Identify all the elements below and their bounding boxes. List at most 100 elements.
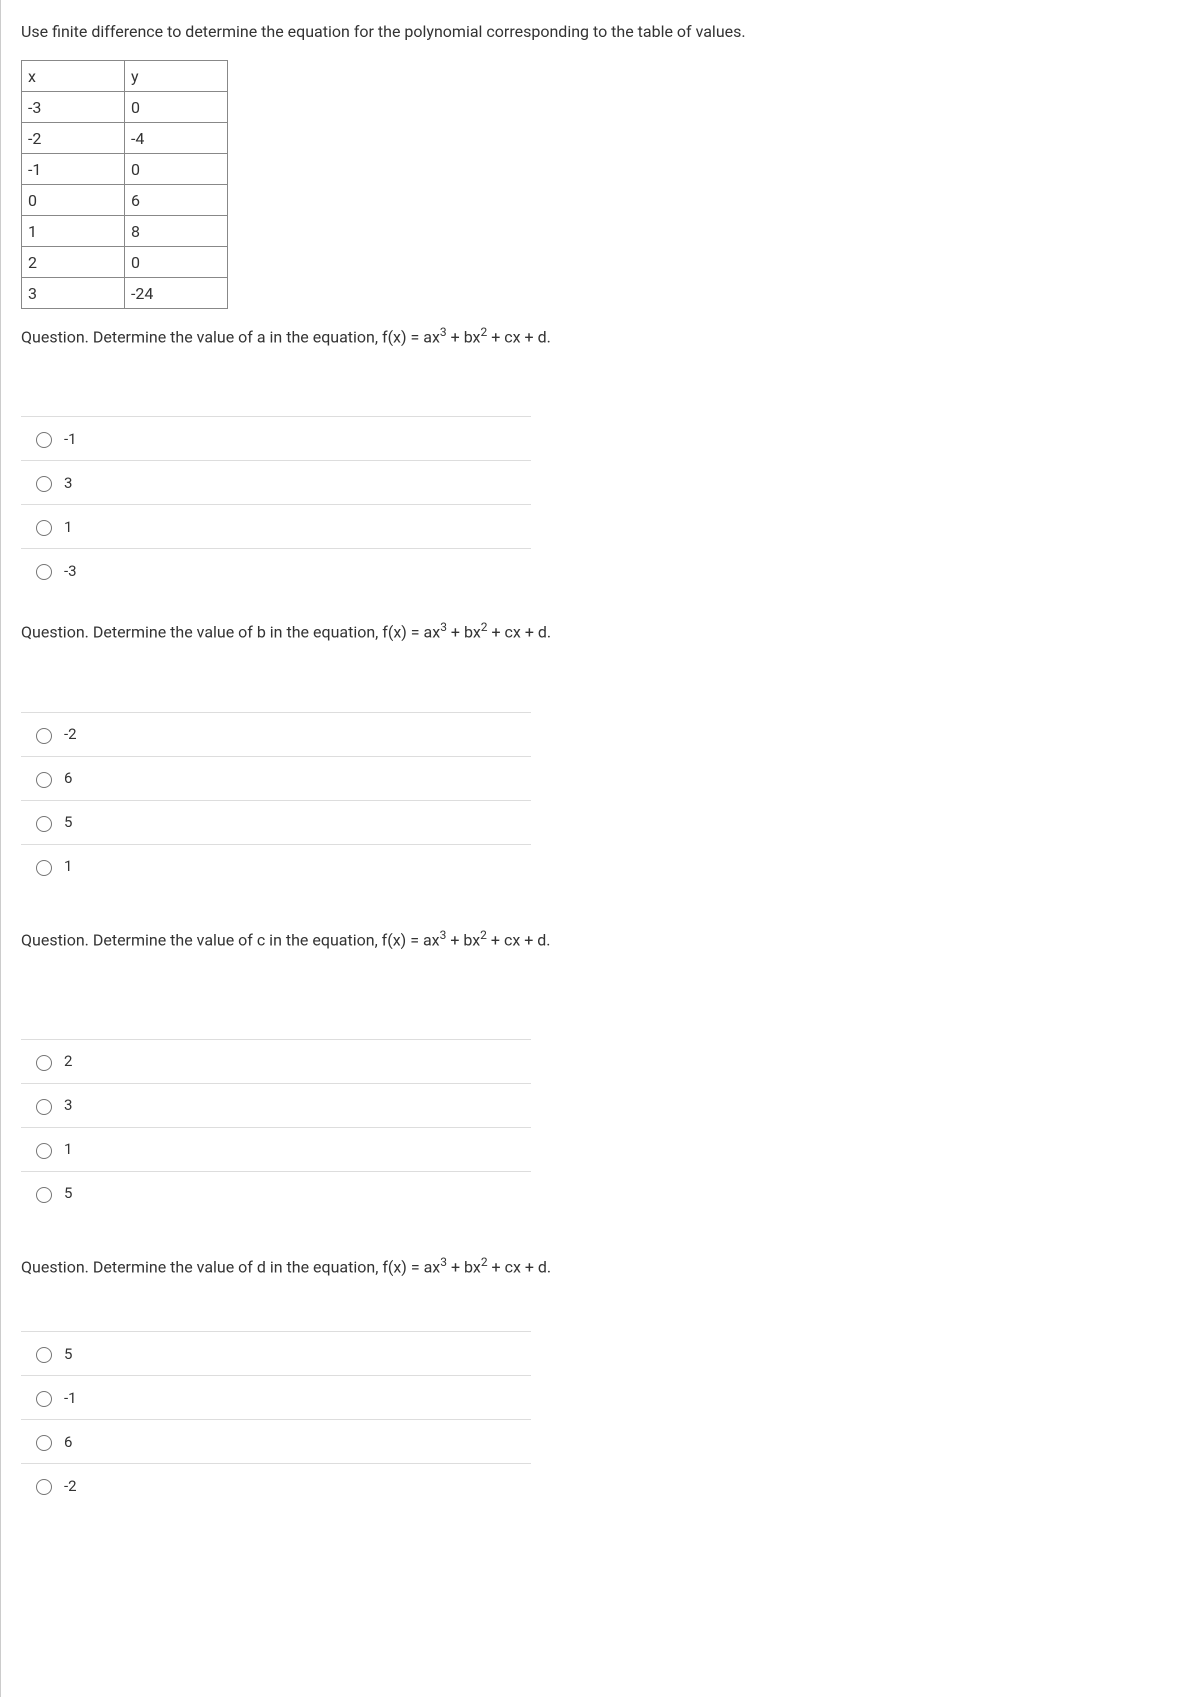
cell-x: 2: [22, 247, 125, 278]
q-text: + cx + d.: [487, 327, 551, 346]
cell-y: -4: [125, 123, 228, 154]
option-row[interactable]: 5: [21, 1331, 531, 1375]
radio-input[interactable]: [36, 860, 52, 876]
radio-input[interactable]: [36, 816, 52, 832]
table-row: 06: [22, 185, 228, 216]
option-row[interactable]: 6: [21, 1419, 531, 1463]
cell-x: 1: [22, 216, 125, 247]
option-label: 1: [64, 1140, 72, 1158]
question-a-options: -1 3 1 -3: [21, 416, 531, 592]
sup3: 3: [440, 1255, 447, 1269]
q-text: + cx + d.: [488, 1257, 552, 1276]
option-row[interactable]: 3: [21, 1083, 531, 1127]
option-label: -3: [64, 562, 77, 580]
radio-input[interactable]: [36, 1479, 52, 1495]
option-row[interactable]: 6: [21, 756, 531, 800]
question-b-prompt: Question. Determine the value of b in th…: [21, 620, 1180, 641]
cell-x: -3: [22, 92, 125, 123]
cell-x: -1: [22, 154, 125, 185]
question-a-prompt: Question. Determine the value of a in th…: [21, 325, 1180, 346]
option-label: 3: [64, 1096, 72, 1114]
radio-input[interactable]: [36, 728, 52, 744]
table-row: 3-24: [22, 278, 228, 309]
option-row[interactable]: -2: [21, 1463, 531, 1507]
option-label: -1: [64, 1389, 77, 1407]
q-text: + bx: [447, 327, 481, 346]
radio-input[interactable]: [36, 1391, 52, 1407]
option-label: 5: [64, 813, 72, 831]
sup2: 2: [481, 620, 488, 634]
question-c-options: 2 3 1 5: [21, 1039, 531, 1215]
option-row[interactable]: 5: [21, 800, 531, 844]
table-header-x: x: [22, 61, 125, 92]
radio-input[interactable]: [36, 564, 52, 580]
sup2: 2: [481, 1255, 488, 1269]
cell-y: -24: [125, 278, 228, 309]
radio-input[interactable]: [36, 476, 52, 492]
table-row: -10: [22, 154, 228, 185]
intro-text: Use finite difference to determine the e…: [21, 20, 821, 44]
option-row[interactable]: 2: [21, 1039, 531, 1083]
table-row: 20: [22, 247, 228, 278]
radio-input[interactable]: [36, 1143, 52, 1159]
q-text: Question. Determine the value of c in th…: [21, 930, 440, 949]
radio-input[interactable]: [36, 1347, 52, 1363]
option-label: -1: [64, 430, 77, 448]
q-text: Question. Determine the value of a in th…: [21, 327, 440, 346]
option-row[interactable]: 1: [21, 844, 531, 888]
option-label: 1: [64, 518, 72, 536]
option-label: 6: [64, 769, 72, 787]
question-b-options: -2 6 5 1: [21, 712, 531, 888]
table-row: -2-4: [22, 123, 228, 154]
sup3: 3: [440, 620, 447, 634]
cell-x: 0: [22, 185, 125, 216]
cell-y: 0: [125, 247, 228, 278]
question-d-options: 5 -1 6 -2: [21, 1331, 531, 1507]
cell-y: 0: [125, 92, 228, 123]
sup2: 2: [480, 928, 487, 942]
option-label: 2: [64, 1052, 72, 1070]
question-d-prompt: Question. Determine the value of d in th…: [21, 1255, 1180, 1276]
option-row[interactable]: -1: [21, 416, 531, 460]
q-text: Question. Determine the value of b in th…: [21, 623, 440, 642]
table-header-row: x y: [22, 61, 228, 92]
q-text: Question. Determine the value of d in th…: [21, 1257, 440, 1276]
q-text: + bx: [446, 930, 480, 949]
sup3: 3: [440, 325, 447, 339]
radio-input[interactable]: [36, 432, 52, 448]
cell-y: 8: [125, 216, 228, 247]
cell-y: 0: [125, 154, 228, 185]
option-label: 5: [64, 1184, 72, 1202]
option-label: -2: [64, 725, 77, 743]
radio-input[interactable]: [36, 772, 52, 788]
q-text: + bx: [447, 1257, 481, 1276]
option-label: 3: [64, 474, 72, 492]
radio-input[interactable]: [36, 1187, 52, 1203]
q-text: + cx + d.: [487, 930, 551, 949]
option-row[interactable]: 1: [21, 504, 531, 548]
option-row[interactable]: 5: [21, 1171, 531, 1215]
option-row[interactable]: 3: [21, 460, 531, 504]
option-row[interactable]: -3: [21, 548, 531, 592]
option-label: 1: [64, 857, 72, 875]
option-label: 6: [64, 1433, 72, 1451]
radio-input[interactable]: [36, 1055, 52, 1071]
q-text: + bx: [447, 623, 481, 642]
option-label: -2: [64, 1477, 77, 1495]
xy-table: x y -30 -2-4 -10 06 18 20 3-24: [21, 60, 228, 309]
option-label: 5: [64, 1345, 72, 1363]
cell-y: 6: [125, 185, 228, 216]
q-text: + cx + d.: [488, 623, 552, 642]
cell-x: 3: [22, 278, 125, 309]
radio-input[interactable]: [36, 1435, 52, 1451]
table-header-y: y: [125, 61, 228, 92]
question-c-prompt: Question. Determine the value of c in th…: [21, 928, 1180, 949]
cell-x: -2: [22, 123, 125, 154]
radio-input[interactable]: [36, 1099, 52, 1115]
option-row[interactable]: -1: [21, 1375, 531, 1419]
table-row: 18: [22, 216, 228, 247]
option-row[interactable]: -2: [21, 712, 531, 756]
radio-input[interactable]: [36, 520, 52, 536]
table-row: -30: [22, 92, 228, 123]
option-row[interactable]: 1: [21, 1127, 531, 1171]
